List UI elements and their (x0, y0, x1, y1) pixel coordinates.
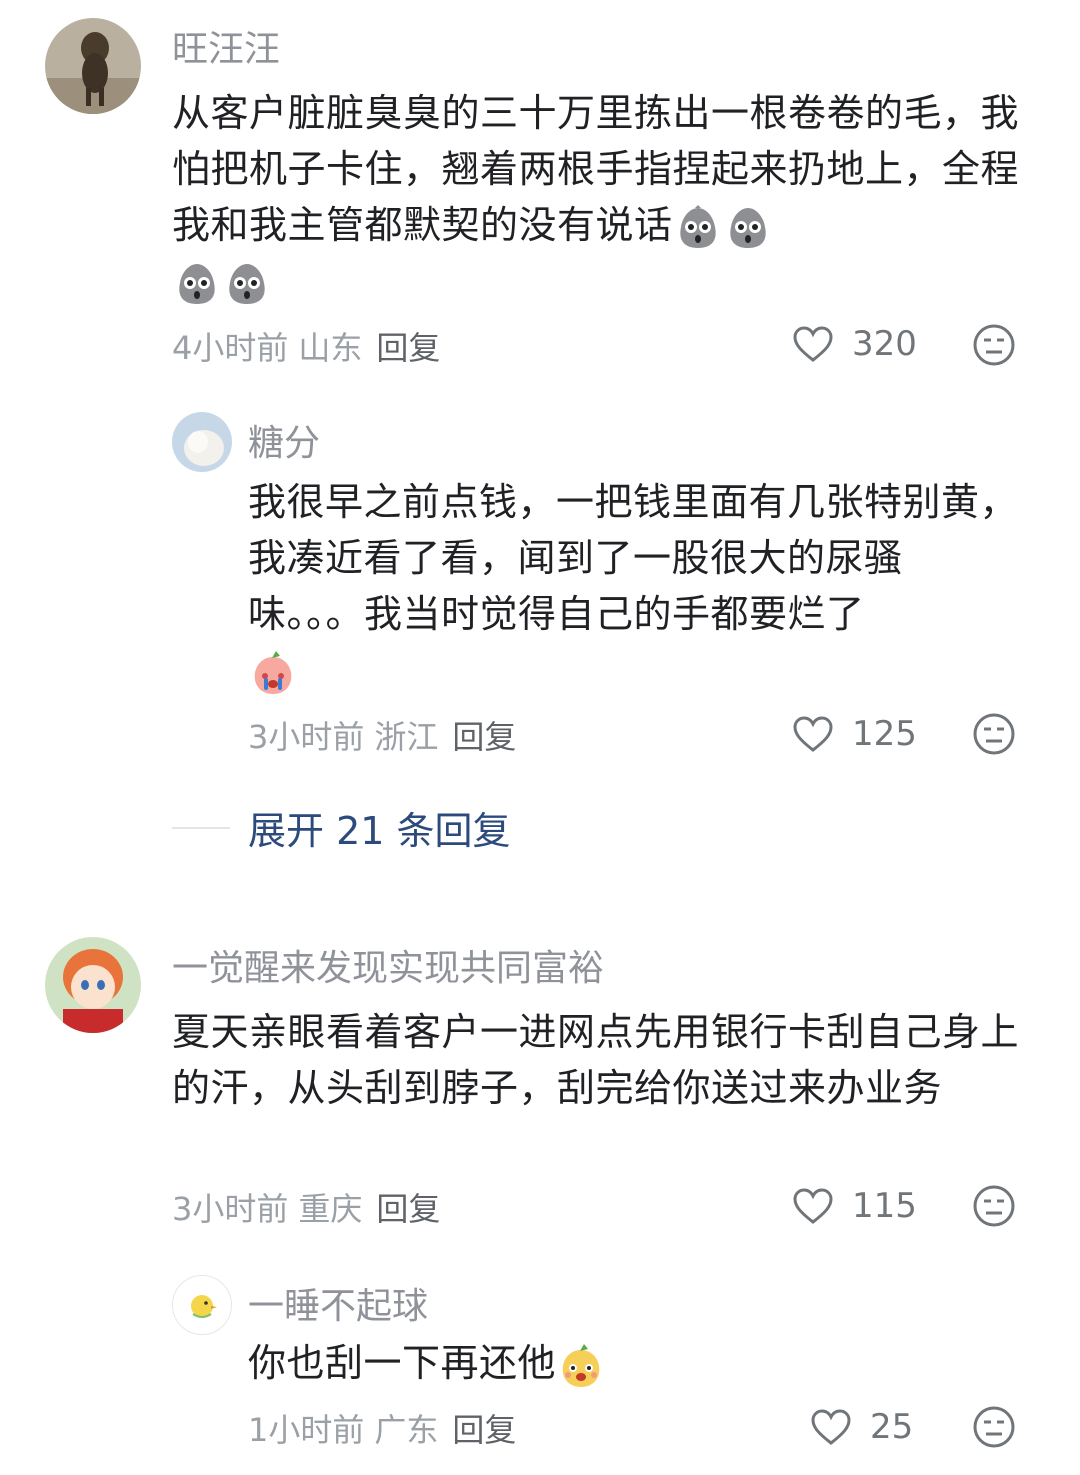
reply-button[interactable]: 回复 (376, 1190, 440, 1228)
username[interactable]: 一觉醒来发现实现共同富裕 (172, 939, 604, 991)
comment-time: 3小时前 (172, 1190, 289, 1228)
shocked-face-emoji (174, 261, 220, 307)
like-count: 320 (852, 324, 917, 364)
comment-text: 我很早之前点钱，一把钱里面有几张特别黄，我凑近看了看，闻到了一股很大的尿骚味。。… (248, 474, 1018, 698)
heart-icon (793, 326, 833, 362)
reply-button[interactable]: 回复 (376, 329, 440, 367)
dislike-face-icon (973, 1406, 1015, 1448)
shocked-face-emoji (725, 205, 771, 251)
shocked-face-emoji (675, 204, 721, 251)
comment-text-content: 从客户脏脏臭臭的三十万里拣出一根卷卷的毛，我怕把机子卡住，翘着两根手指捏起来扔地… (172, 91, 1020, 247)
heart-icon (793, 716, 833, 752)
dislike-face-icon (973, 324, 1015, 366)
like-count: 25 (870, 1407, 914, 1447)
shocked-face-emoji (224, 261, 270, 307)
dislike-face-icon (973, 1185, 1015, 1227)
comment-meta: 4小时前 山东 回复 (172, 323, 440, 369)
expand-replies-button[interactable]: 展开 21 条回复 (172, 800, 511, 855)
avatar[interactable] (45, 937, 141, 1033)
comment-meta: 3小时前 浙江 回复 (248, 712, 516, 758)
heart-icon (811, 1409, 851, 1445)
like-button[interactable]: 320 (792, 320, 917, 368)
expand-replies-label: 展开 21 条回复 (248, 809, 511, 853)
comment-time: 4小时前 (172, 329, 289, 367)
comment-text: 你也刮一下再还他 (248, 1335, 1018, 1391)
dislike-button[interactable] (972, 712, 1016, 756)
dislike-button[interactable] (972, 1184, 1016, 1228)
comment-meta: 3小时前 重庆 回复 (172, 1184, 440, 1230)
comment-text-content: 我很早之前点钱，一把钱里面有几张特别黄，我凑近看了看，闻到了一股很大的尿骚味。。… (248, 480, 1019, 636)
comment-location: 重庆 (298, 1190, 363, 1228)
comment-time: 1小时前 (248, 1411, 365, 1449)
like-button[interactable]: 115 (792, 1182, 917, 1230)
comment-location: 山东 (298, 329, 363, 367)
comment-time: 3小时前 (248, 718, 365, 756)
comment-text: 从客户脏脏臭臭的三十万里拣出一根卷卷的毛，我怕把机子卡住，翘着两根手指捏起来扔地… (172, 85, 1042, 309)
comment-location: 浙江 (374, 718, 439, 756)
username[interactable]: 糖分 (248, 414, 320, 466)
like-button[interactable]: 25 (810, 1403, 913, 1451)
reply-button[interactable]: 回复 (452, 718, 516, 756)
dislike-button[interactable] (972, 1405, 1016, 1449)
crying-peach-emoji (250, 650, 296, 696)
username[interactable]: 旺汪汪 (172, 20, 280, 72)
like-count: 125 (852, 714, 917, 754)
comment-text-content: 你也刮一下再还他 (248, 1341, 557, 1385)
comment-text-content: 夏天亲眼看着客户一进网点先用银行卡刮自己身上的汗，从头刮到脖子，刮完给你送过来办… (172, 1010, 1020, 1110)
dislike-face-icon (973, 713, 1015, 755)
heart-icon (793, 1188, 833, 1224)
comment-text: 夏天亲眼看着客户一进网点先用银行卡刮自己身上的汗，从头刮到脖子，刮完给你送过来办… (172, 1004, 1032, 1116)
avatar[interactable] (172, 1275, 232, 1335)
avatar[interactable] (45, 18, 141, 114)
reply-button[interactable]: 回复 (452, 1411, 516, 1449)
avatar[interactable] (172, 412, 232, 472)
like-button[interactable]: 125 (792, 710, 917, 758)
username[interactable]: 一睡不起球 (248, 1277, 428, 1329)
like-count: 115 (852, 1186, 917, 1226)
comment-meta: 1小时前 广东 回复 (248, 1405, 516, 1451)
smiling-peach-emoji (558, 1343, 604, 1389)
divider (172, 826, 230, 829)
dislike-button[interactable] (972, 323, 1016, 367)
comment-location: 广东 (374, 1411, 439, 1449)
